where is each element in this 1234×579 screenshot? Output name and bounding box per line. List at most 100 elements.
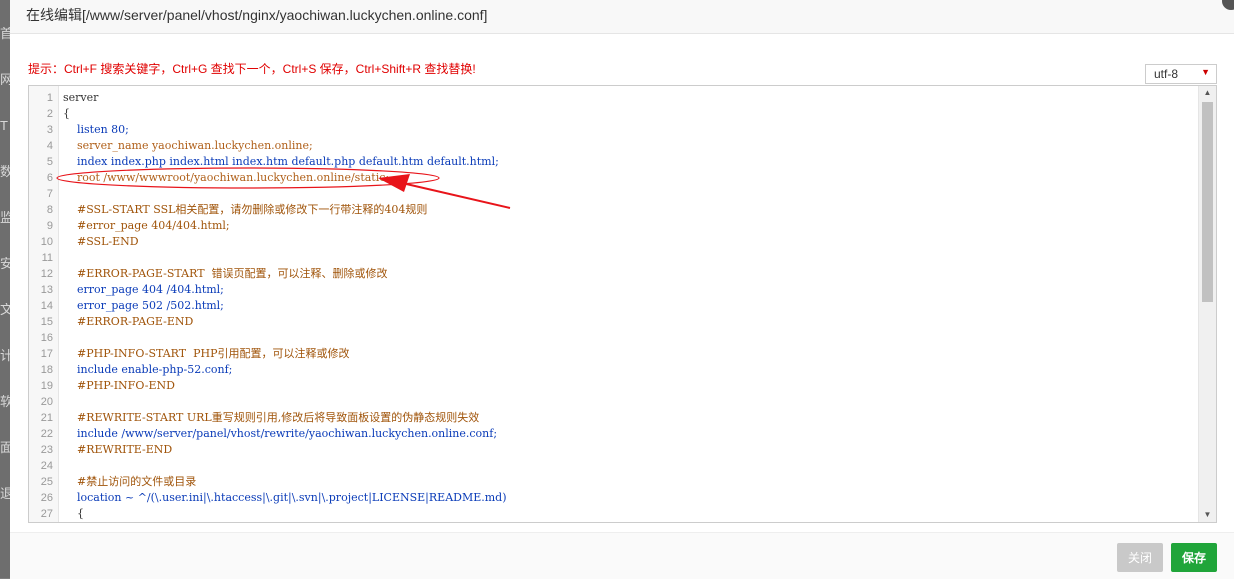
line-number: 19	[40, 380, 53, 392]
line-number: 14	[40, 300, 53, 312]
background-nav-char: 计	[0, 349, 10, 363]
dialog-footer: 关闭 保存	[10, 532, 1234, 579]
line-number: 16	[40, 332, 53, 344]
scroll-down-icon[interactable]: ▼	[1199, 508, 1216, 522]
background-nav-char: 首	[0, 27, 10, 41]
dialog-title: 在线编辑[/www/server/panel/vhost/nginx/yaoch…	[26, 7, 488, 23]
line-number: 15	[40, 316, 53, 328]
encoding-select[interactable]: utf-8 ▼	[1145, 64, 1217, 84]
line-number: 24	[40, 460, 53, 472]
code-text: #SSL-END	[63, 235, 139, 248]
code-line[interactable]: 6 root /www/wwwroot/yaochiwan.luckychen.…	[29, 170, 1199, 186]
code-line[interactable]: 20	[29, 394, 1199, 410]
code-lines[interactable]: 1 server 2{3 listen 80; 4 server_name yaoch…	[29, 90, 1199, 522]
code-text: #REWRITE-START URL重写规则引用,修改后将导致面板设置的伪静态规…	[63, 411, 480, 424]
line-number: 26	[40, 492, 53, 504]
code-text: #禁止访问的文件或目录	[63, 475, 197, 488]
dialog-header: 在线编辑[/www/server/panel/vhost/nginx/yaoch…	[10, 0, 1234, 34]
code-line[interactable]: 13 error_page 404 /404.html;	[29, 282, 1199, 298]
code-line[interactable]: 17 #PHP-INFO-START PHP引用配置，可以注释或修改	[29, 346, 1199, 362]
editor-scrollbar[interactable]: ▲ ▼	[1198, 86, 1216, 522]
line-number: 7	[46, 188, 53, 200]
code-text: #PHP-INFO-START PHP引用配置，可以注释或修改	[63, 347, 350, 360]
background-nav-char: 网	[0, 73, 10, 87]
line-number: 17	[40, 348, 53, 360]
line-number: 21	[40, 412, 53, 424]
line-number: 6	[46, 172, 53, 184]
code-text: #SSL-START SSL相关配置，请勿删除或修改下一行带注释的404规则	[63, 203, 428, 216]
code-line[interactable]: 19 #PHP-INFO-END	[29, 378, 1199, 394]
code-line[interactable]: 16	[29, 330, 1199, 346]
line-number: 8	[46, 204, 53, 216]
code-line[interactable]: 18 include enable-php-52.conf;	[29, 362, 1199, 378]
code-line[interactable]: 14 error_page 502 /502.html;	[29, 298, 1199, 314]
line-number: 22	[40, 428, 53, 440]
line-number: 5	[46, 156, 53, 168]
background-nav-char: 文	[0, 303, 10, 317]
code-text: error_page 404 /404.html;	[63, 283, 224, 296]
code-text: #ERROR-PAGE-START 错误页配置，可以注释、删除或修改	[63, 267, 388, 280]
background-sidebar: 首网 T 数监安文计软面退	[0, 0, 10, 578]
code-line[interactable]: 10 #SSL-END	[29, 234, 1199, 250]
line-number: 20	[40, 396, 53, 408]
code-text: server_name yaochiwan.luckychen.online;	[63, 139, 313, 152]
code-line[interactable]: 22 include /www/server/panel/vhost/rewri…	[29, 426, 1199, 442]
code-line[interactable]: 9 #error_page 404/404.html;	[29, 218, 1199, 234]
line-number: 1	[46, 92, 53, 104]
line-number: 11	[41, 252, 53, 264]
background-nav-char: 面	[0, 441, 10, 455]
code-line[interactable]: 26 location ~ ^/(\.user.ini|\.htaccess|\…	[29, 490, 1199, 506]
scrollbar-thumb[interactable]	[1202, 102, 1213, 302]
code-text: #error_page 404/404.html;	[63, 219, 230, 232]
code-line[interactable]: 21 #REWRITE-START URL重写规则引用,修改后将导致面板设置的伪…	[29, 410, 1199, 426]
code-line[interactable]: 7	[29, 186, 1199, 202]
code-text: location ~ ^/(\.user.ini|\.htaccess|\.gi…	[63, 491, 507, 504]
code-text: #PHP-INFO-END	[63, 379, 175, 392]
code-line[interactable]: 2{	[29, 106, 1199, 122]
code-text: server	[63, 91, 99, 104]
line-number: 23	[40, 444, 53, 456]
background-nav-char: 安	[0, 257, 10, 271]
line-number: 27	[40, 508, 53, 520]
code-line[interactable]: 23 #REWRITE-END	[29, 442, 1199, 458]
code-line[interactable]: 25 #禁止访问的文件或目录	[29, 474, 1199, 490]
code-line[interactable]: 11	[29, 250, 1199, 266]
chevron-down-icon: ▼	[1201, 67, 1210, 77]
save-button[interactable]: 保存	[1171, 543, 1217, 572]
background-nav-char: 监	[0, 211, 10, 225]
line-number: 25	[40, 476, 53, 488]
background-nav-char: 退	[0, 487, 10, 501]
close-button[interactable]: 关闭	[1117, 543, 1163, 572]
code-editor[interactable]: 1 server 2{3 listen 80; 4 server_name yaoch…	[28, 85, 1217, 523]
code-text: index index.php index.html index.htm def…	[63, 155, 499, 168]
code-line[interactable]: 1 server	[29, 90, 1199, 106]
code-text: include /www/server/panel/vhost/rewrite/…	[63, 427, 498, 440]
code-line[interactable]: 5 index index.php index.html index.htm d…	[29, 154, 1199, 170]
encoding-selected-value: utf-8	[1154, 67, 1179, 81]
code-text: root /www/wwwroot/yaochiwan.luckychen.on…	[63, 171, 390, 184]
line-number: 2	[46, 108, 53, 120]
background-nav-char: 软	[0, 395, 10, 409]
line-number: 18	[40, 364, 53, 376]
code-text: #REWRITE-END	[63, 443, 173, 456]
code-line[interactable]: 27 {	[29, 506, 1199, 522]
code-text: {	[63, 107, 70, 120]
background-nav-char: 数	[0, 165, 10, 179]
line-number: 9	[46, 220, 53, 232]
code-line[interactable]: 12 #ERROR-PAGE-START 错误页配置，可以注释、删除或修改	[29, 266, 1199, 282]
code-line[interactable]: 15 #ERROR-PAGE-END	[29, 314, 1199, 330]
code-line[interactable]: 3 listen 80;	[29, 122, 1199, 138]
online-editor-dialog: 在线编辑[/www/server/panel/vhost/nginx/yaoch…	[10, 0, 1234, 579]
code-text: include enable-php-52.conf;	[63, 363, 233, 376]
line-number: 3	[46, 124, 53, 136]
shortcut-hint: 提示：Ctrl+F 搜索关键字，Ctrl+G 查找下一个，Ctrl+S 保存，C…	[28, 62, 476, 76]
code-line[interactable]: 4 server_name yaochiwan.luckychen.online…	[29, 138, 1199, 154]
code-line[interactable]: 24	[29, 458, 1199, 474]
scroll-up-icon[interactable]: ▲	[1199, 86, 1216, 100]
line-number: 12	[40, 268, 53, 280]
code-text: error_page 502 /502.html;	[63, 299, 224, 312]
dialog-close-icon[interactable]	[1222, 0, 1234, 10]
line-number: 4	[46, 140, 53, 152]
code-line[interactable]: 8 #SSL-START SSL相关配置，请勿删除或修改下一行带注释的404规则	[29, 202, 1199, 218]
code-text: #ERROR-PAGE-END	[63, 315, 194, 328]
